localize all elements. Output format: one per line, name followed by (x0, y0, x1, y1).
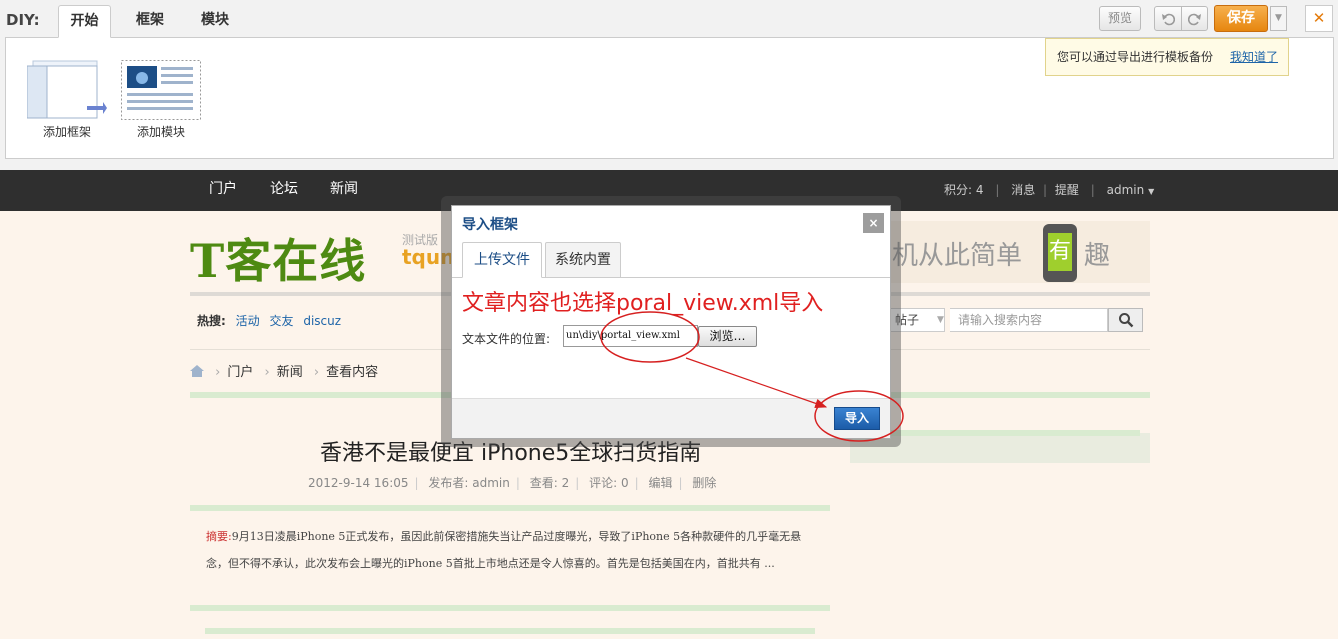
search-icon (1118, 313, 1133, 328)
diy-toolbar: DIY: 开始 框架 模块 添加框架 添加模块 预览 保存 ▼ ✕ 您可以通过导… (0, 0, 1338, 170)
delete-link[interactable]: 删除 (692, 476, 716, 490)
chevron-down-icon: ▼ (1148, 187, 1155, 196)
summary-text: 9月13日凌晨iPhone 5正式发布，虽因此前保密措施失当让产品过度曝光，导致… (206, 530, 802, 570)
frame-icon (26, 60, 107, 119)
add-frame-tool[interactable]: 添加框架 (26, 58, 107, 139)
annotation-text: 文章内容也选择poral_view.xml导入 (462, 291, 824, 316)
banner-text: 机从此简单 (892, 241, 1023, 271)
backup-tip-dismiss-link[interactable]: 我知道了 (1230, 39, 1278, 75)
backup-tip-text: 您可以通过导出进行模板备份 (1057, 50, 1214, 64)
close-icon: × (868, 216, 879, 230)
search-button[interactable] (1108, 308, 1143, 332)
home-icon[interactable] (190, 365, 204, 377)
summary-divider (190, 605, 830, 611)
hot-search-label: 热搜: (197, 314, 226, 328)
hot-search: 热搜: 活动 交友 discuz (197, 312, 347, 329)
breadcrumb-news[interactable]: 新闻 (277, 365, 303, 380)
edit-link[interactable]: 编辑 (648, 476, 672, 490)
sidebar-divider (860, 430, 1140, 436)
file-path-input[interactable]: un\diy\portal_view.xml (563, 325, 698, 347)
add-module-label: 添加模块 (136, 125, 185, 139)
article-author[interactable]: 发布者: admin (428, 476, 509, 490)
breadcrumb-portal[interactable]: 门户 (227, 365, 253, 380)
backup-tip: 您可以通过导出进行模板备份 我知道了 (1045, 38, 1289, 76)
nav-item-news[interactable]: 新闻 (330, 170, 358, 208)
messages-link[interactable]: 消息 (1011, 183, 1035, 197)
close-icon: ✕ (1312, 9, 1326, 27)
close-diy-button[interactable]: ✕ (1305, 5, 1333, 32)
tab-system-builtin[interactable]: 系统内置 (545, 242, 621, 278)
tab-upload-file[interactable]: 上传文件 (462, 242, 542, 278)
breadcrumb: › 门户 › 新闻 › 查看内容 (190, 361, 378, 380)
reminders-link[interactable]: 提醒 (1055, 183, 1079, 197)
tab-frame[interactable]: 框架 (125, 5, 175, 38)
import-button[interactable]: 导入 (834, 407, 880, 430)
hot-link-activity[interactable]: 活动 (236, 314, 260, 328)
user-points[interactable]: 积分: 4 (944, 183, 984, 197)
undo-icon (1162, 13, 1176, 26)
tab-module[interactable]: 模块 (190, 5, 240, 38)
chevron-down-icon: ▼ (937, 315, 944, 325)
tab-start[interactable]: 开始 (58, 5, 111, 38)
breadcrumb-current: 查看内容 (326, 365, 379, 380)
header-banner[interactable]: 机从此简单 有 趣 (860, 221, 1150, 283)
article-comments[interactable]: 评论: 0 (589, 476, 629, 490)
save-menu-button[interactable]: ▼ (1270, 6, 1287, 31)
diy-label: DIY: (6, 11, 40, 29)
redo-icon (1187, 13, 1201, 26)
user-bar: 积分: 4 | 消息 | 提醒 | admin ▼ (944, 183, 1155, 197)
add-frame-label: 添加框架 (42, 125, 91, 139)
file-location-label: 文本文件的位置: (462, 332, 551, 346)
chevron-down-icon: ▼ (1275, 13, 1282, 23)
article-summary: 摘要:9月13日凌晨iPhone 5正式发布，虽因此前保密措施失当让产品过度曝光… (206, 523, 816, 577)
banner-tail: 趣 (1084, 241, 1111, 271)
summary-label: 摘要: (206, 530, 232, 543)
redo-button[interactable] (1181, 6, 1208, 31)
import-frame-dialog: 导入框架 × 上传文件 系统内置 文章内容也选择poral_view.xml导入… (451, 205, 891, 439)
nav-item-portal[interactable]: 门户 (209, 170, 237, 208)
module-icon (121, 60, 201, 120)
content-divider (205, 628, 815, 634)
dialog-close-button[interactable]: × (863, 213, 884, 233)
add-module-tool[interactable]: 添加模块 (121, 58, 201, 139)
article-date: 2012-9-14 16:05 (308, 476, 409, 490)
search-input[interactable]: 请输入搜索内容 (950, 308, 1108, 332)
save-button[interactable]: 保存 (1214, 5, 1268, 32)
site-logo[interactable]: T客在线 (190, 225, 366, 291)
phone-icon: 有 (1043, 224, 1077, 282)
browse-button[interactable]: 浏览… (698, 326, 757, 347)
undo-button[interactable] (1154, 6, 1182, 31)
article-views: 查看: 2 (529, 476, 570, 490)
hot-link-discuz[interactable]: discuz (303, 314, 341, 328)
article-meta: 2012-9-14 16:05 | 发布者: admin | 查看: 2 | 评论: … (308, 476, 717, 490)
username-menu[interactable]: admin ▼ (1107, 183, 1155, 197)
nav-item-forum[interactable]: 论坛 (270, 170, 298, 208)
dialog-title: 导入框架 (462, 217, 518, 233)
article-divider (190, 505, 830, 511)
preview-button[interactable]: 预览 (1099, 6, 1141, 31)
hot-link-friends[interactable]: 交友 (269, 314, 293, 328)
dialog-footer: 导入 (452, 398, 890, 438)
